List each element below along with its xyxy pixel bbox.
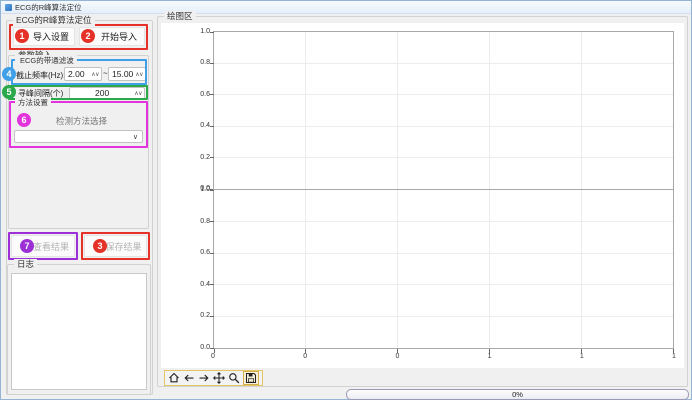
window-title: ECG的R峰算法定位	[15, 2, 82, 13]
chevron-down-icon: ∨	[133, 133, 142, 141]
cutoff-high-spinbox[interactable]: 15.00 ∧∨	[108, 67, 146, 81]
subplot-top: 1.00.80.60.40.20.0	[213, 31, 674, 190]
progress-bar: 0%	[346, 389, 689, 400]
detect-method-label: 检测方法选择	[56, 115, 107, 127]
view-results-label: 查看结果	[33, 240, 69, 253]
app-window: ECG的R峰算法定位 ECG的R峰算法定位 导入设置 开始导入 1 2 参数输入…	[0, 0, 692, 400]
left-panel-group-label: ECG的R峰算法定位	[13, 15, 95, 26]
cutoff-low-value: 2.00	[65, 69, 91, 79]
pan-icon[interactable]	[213, 372, 225, 384]
back-icon[interactable]	[183, 372, 195, 384]
bandpass-group-label: ECG的带通滤波	[17, 55, 77, 66]
import-settings-label: 导入设置	[33, 30, 69, 43]
spinner-arrows-icon[interactable]: ∧∨	[134, 90, 144, 97]
subplot-bottom: 1.00.80.60.40.20.0	[213, 189, 674, 349]
progress-bar-value: 0%	[512, 390, 523, 399]
plot-canvas[interactable]: 1.00.80.60.40.20.0 1.00.80.60.40.20.0 00…	[161, 23, 684, 368]
titlebar: ECG的R峰算法定位	[1, 1, 691, 14]
range-separator: ~	[103, 69, 108, 78]
annotation-circle-3: 3	[93, 239, 107, 253]
log-group-label: 日志	[14, 259, 37, 270]
annotation-circle-6: 6	[17, 113, 31, 127]
annotation-circle-5: 5	[2, 85, 16, 99]
spinner-arrows-icon[interactable]: ∧∨	[135, 71, 145, 78]
annotation-circle-2: 2	[81, 29, 95, 43]
save-icon[interactable]	[245, 372, 257, 384]
log-textarea[interactable]	[11, 273, 147, 390]
plot-toolbar	[164, 370, 263, 386]
x-axis-tick-labels: 000111	[213, 353, 674, 363]
method-group-label: 方法设置	[15, 97, 51, 108]
plot-area: 1.00.80.60.40.20.0 1.00.80.60.40.20.0	[213, 31, 674, 349]
zoom-icon[interactable]	[228, 372, 240, 384]
annotation-circle-4: 4	[2, 67, 16, 81]
cutoff-freq-label: 截止频率(Hz):	[16, 70, 65, 81]
annotation-circle-1: 1	[15, 29, 29, 43]
cutoff-low-spinbox[interactable]: 2.00 ∧∨	[64, 67, 102, 81]
peak-interval-value: 200	[70, 88, 134, 98]
cutoff-high-value: 15.00	[109, 69, 135, 79]
spinner-arrows-icon[interactable]: ∧∨	[91, 71, 101, 78]
app-icon	[5, 4, 12, 11]
detect-method-combobox[interactable]: ∨	[14, 130, 143, 143]
save-results-label: 保存结果	[105, 240, 141, 253]
annotation-circle-7: 7	[20, 239, 34, 253]
save-icon-frame	[243, 371, 259, 385]
forward-icon[interactable]	[198, 372, 210, 384]
plot-panel-group-label: 绘图区	[164, 11, 196, 22]
home-icon[interactable]	[168, 372, 180, 384]
peak-interval-spinbox[interactable]: 200 ∧∨	[69, 87, 145, 99]
start-import-label: 开始导入	[101, 30, 137, 43]
